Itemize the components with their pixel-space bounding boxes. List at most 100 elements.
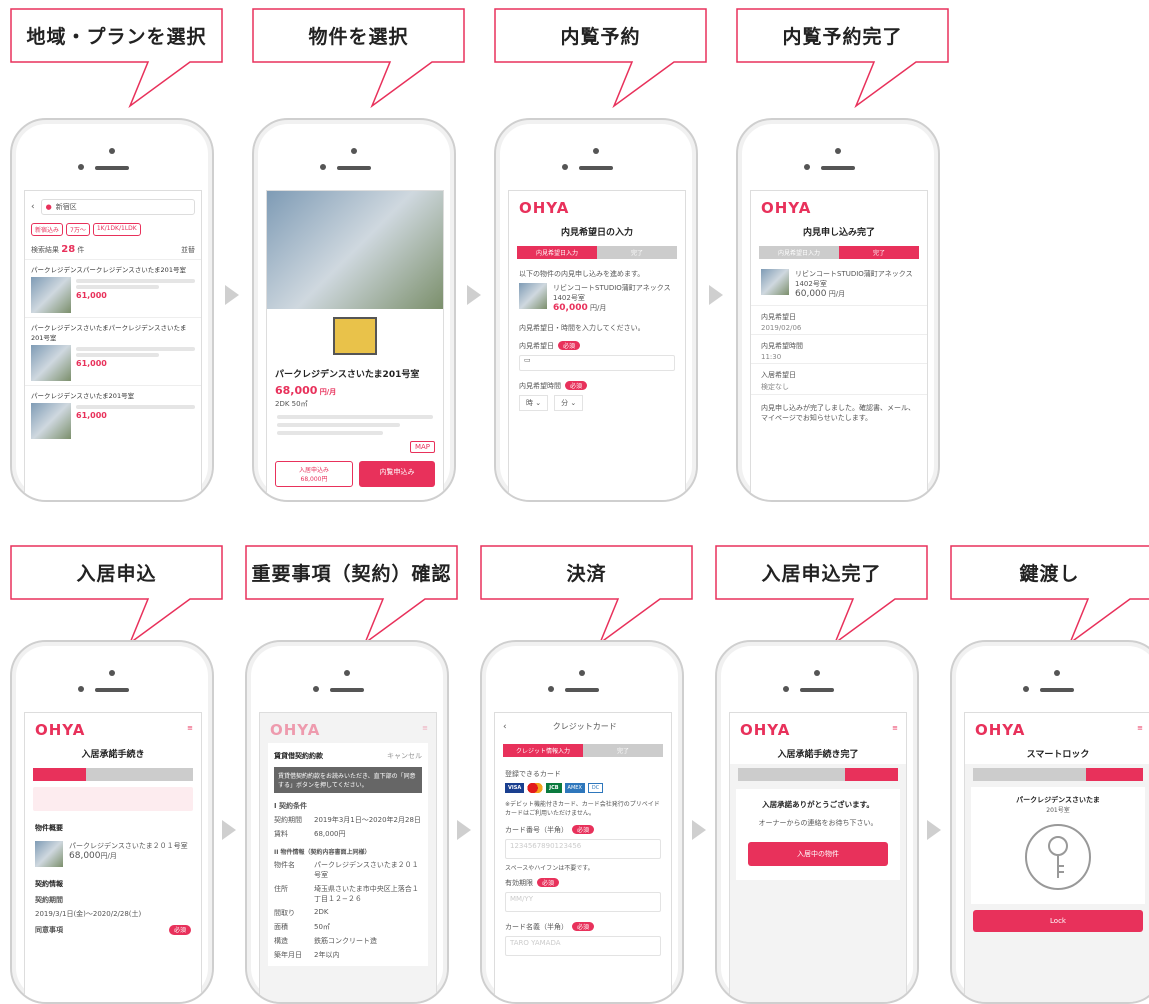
camera-dot xyxy=(593,148,599,154)
completion-message: 内見申し込みが完了しました。確認書、メール、マイページでお知らせいたします。 xyxy=(751,394,927,431)
page-title: 内見申し込み完了 xyxy=(802,228,875,238)
speaker xyxy=(565,688,599,692)
list-item[interactable]: パークレジデンスさいたまパークレジデンスさいたま201号室 61,000 xyxy=(25,317,201,385)
date-label: 内見希望日 必須 xyxy=(509,335,685,351)
step-indicator xyxy=(973,768,1144,781)
intro-text: 以下の物件の内見申し込みを進めます。 xyxy=(519,270,645,278)
property-price: 60,000 xyxy=(795,289,827,299)
speaker xyxy=(800,688,834,692)
consent-label: 同意事項 xyxy=(35,926,63,934)
search-input[interactable]: ● 新宿区 xyxy=(40,199,195,215)
list-item-price: 61,000 xyxy=(76,291,107,300)
menu-icon[interactable]: ≡ xyxy=(422,724,436,732)
phone-viewing-input: OHYA 内見希望日の入力 内見希望日入力 完了 以下の物件の内見申し込みを進めま… xyxy=(494,118,698,502)
property-price: 60,000 xyxy=(553,303,588,313)
time-label: 内見希望時間 xyxy=(751,334,927,351)
arrow-right-icon xyxy=(709,285,723,305)
screen: OHYA ≡ 入居承諾手続き完了 入居承諾ありがとうございます。 オーナーからの連… xyxy=(729,712,907,1002)
card-number-note: スペースやハイフンは不要です。 xyxy=(505,865,594,872)
expiry-input[interactable]: MM/YY xyxy=(505,892,661,912)
camera-dot xyxy=(351,148,357,154)
hour-select[interactable]: 時 ⌄ xyxy=(519,395,549,411)
location-pin-icon: ● xyxy=(45,203,52,211)
time-label: 内見希望時間 必須 xyxy=(509,375,685,391)
property-name: パークレジデンスさいたま２０１号室 xyxy=(69,842,188,850)
date-input[interactable]: ▭ xyxy=(519,355,675,371)
property-price: 68,000 xyxy=(275,384,318,397)
viewing-request-button[interactable]: 内覧申込み xyxy=(359,461,435,487)
property-spec: 2DK 50㎡ xyxy=(275,400,308,408)
camera-dot xyxy=(344,670,350,676)
filter-chip[interactable]: 新宿込み xyxy=(31,223,64,236)
screen: ‹ ● 新宿区 新宿込み 7万〜 1K/1DK/1LDK 検索結果 28 件 並… xyxy=(24,190,202,500)
phone-property-detail: パークレジデンスさいたま201号室 68,000 円/月 2DK 50㎡ MAP… xyxy=(252,118,456,502)
cancel-link[interactable]: キャンセル xyxy=(387,751,422,761)
list-item-title: パークレジデンスパークレジデンスさいたま201号室 xyxy=(31,266,186,274)
app-logo: OHYA xyxy=(270,721,321,739)
sensor-dot xyxy=(320,164,326,170)
sensor-dot xyxy=(562,164,568,170)
filter-chip[interactable]: 1K/1DK/1LDK xyxy=(92,223,141,236)
app-logo: OHYA xyxy=(761,199,812,217)
result-count: 検索結果 28 件 xyxy=(31,244,85,255)
camera-dot xyxy=(1054,670,1060,676)
property-name: リビンコートSTUDIO蒲町アネックス 1402号室 xyxy=(795,270,913,288)
list-item-price: 61,000 xyxy=(76,411,107,420)
instruction-text: 内見希望日・時間を入力してください。 xyxy=(519,324,645,332)
property-photo xyxy=(267,191,443,309)
property-thumbnail xyxy=(31,277,71,313)
screen: OHYA 内見申し込み完了 内見希望日入力 完了 リビンコートSTUDIO蒲町アネ… xyxy=(750,190,928,500)
step-indicator xyxy=(738,768,898,781)
property-name: パークレジデンスさいたま２０１号室 xyxy=(314,861,419,879)
contract-modal: 賃貸借契約約款 キャンセル 賃貸借契約約款をお読みいただき、直下部の「同意する」… xyxy=(268,743,428,966)
screen: パークレジデンスさいたま201号室 68,000 円/月 2DK 50㎡ MAP… xyxy=(266,190,444,500)
speaker xyxy=(579,166,613,170)
speaker xyxy=(95,688,129,692)
list-item[interactable]: パークレジデンスさいたま201号室 61,000 xyxy=(25,385,201,443)
callout-move-in-application: 入居申込 xyxy=(10,545,223,646)
card-number-input[interactable]: 1234567890123456 xyxy=(505,839,661,859)
menu-icon[interactable]: ≡ xyxy=(892,724,906,732)
build-date: 2年以内 xyxy=(314,951,340,959)
menu-icon[interactable]: ≡ xyxy=(1137,724,1149,732)
section-title: 契約情報 xyxy=(35,880,63,888)
filter-chip[interactable]: 7万〜 xyxy=(66,223,90,236)
area: 50㎡ xyxy=(314,923,330,931)
term-value: 2019/3/1日(金)〜2020/2/28(土) xyxy=(35,910,142,918)
address: 埼玉県さいたま市中央区上落合１丁目１２−２６ xyxy=(314,885,419,903)
callout-label: 入居申込完了 xyxy=(761,562,882,585)
sensor-dot xyxy=(313,686,319,692)
sensor-dot xyxy=(804,164,810,170)
phone-credit-card: ‹ クレジットカード クレジット情報入力 完了 登録できるカード VISA JCB … xyxy=(480,640,684,1004)
cardholder-input[interactable]: TARO YAMADA xyxy=(505,936,661,956)
callout-label: 物件を選択 xyxy=(308,25,409,48)
property-price: 68,000 xyxy=(69,851,101,861)
list-item[interactable]: パークレジデンスパークレジデンスさいたま201号室 61,000 xyxy=(25,259,201,317)
apply-button[interactable]: 入居申込み 68,000円 xyxy=(275,461,353,487)
menu-icon[interactable]: ≡ xyxy=(187,724,201,732)
map-button[interactable]: MAP xyxy=(409,441,435,453)
section-heading: I 契約条件 xyxy=(274,802,308,810)
screen: OHYA 内見希望日の入力 内見希望日入力 完了 以下の物件の内見申し込みを進めま… xyxy=(508,190,686,500)
property-title: パークレジデンスさいたま201号室 xyxy=(275,370,420,380)
page-title: クレジットカード xyxy=(552,722,617,731)
back-icon[interactable]: ‹ xyxy=(31,202,35,212)
rent-value: 68,000円 xyxy=(314,830,346,838)
lock-button[interactable]: Lock xyxy=(973,910,1143,932)
app-logo: OHYA xyxy=(740,721,791,739)
speaker xyxy=(95,166,129,170)
minute-select[interactable]: 分 ⌄ xyxy=(554,395,584,411)
page-title: 内見希望日の入力 xyxy=(560,228,633,238)
layout: 2DK xyxy=(314,908,329,916)
callout-payment: 決済 xyxy=(480,545,693,646)
speaker xyxy=(821,166,855,170)
screen: OHYA ≡ 入居承諾手続き 物件概要 パークレジデンスさいたま２０１号室 68,… xyxy=(24,712,202,1002)
search-value: 新宿区 xyxy=(55,203,77,211)
current-property-button[interactable]: 入居中の物件 xyxy=(748,842,888,866)
arrow-right-icon xyxy=(692,820,706,840)
sort-button[interactable]: 並替 xyxy=(181,245,195,255)
phone-application-complete: OHYA ≡ 入居承諾手続き完了 入居承諾ありがとうございます。 オーナーからの連… xyxy=(715,640,919,1004)
step-indicator: クレジット情報入力 完了 xyxy=(503,744,663,757)
callout-viewing-reservation: 内覧予約 xyxy=(494,8,707,109)
speaker xyxy=(337,166,371,170)
